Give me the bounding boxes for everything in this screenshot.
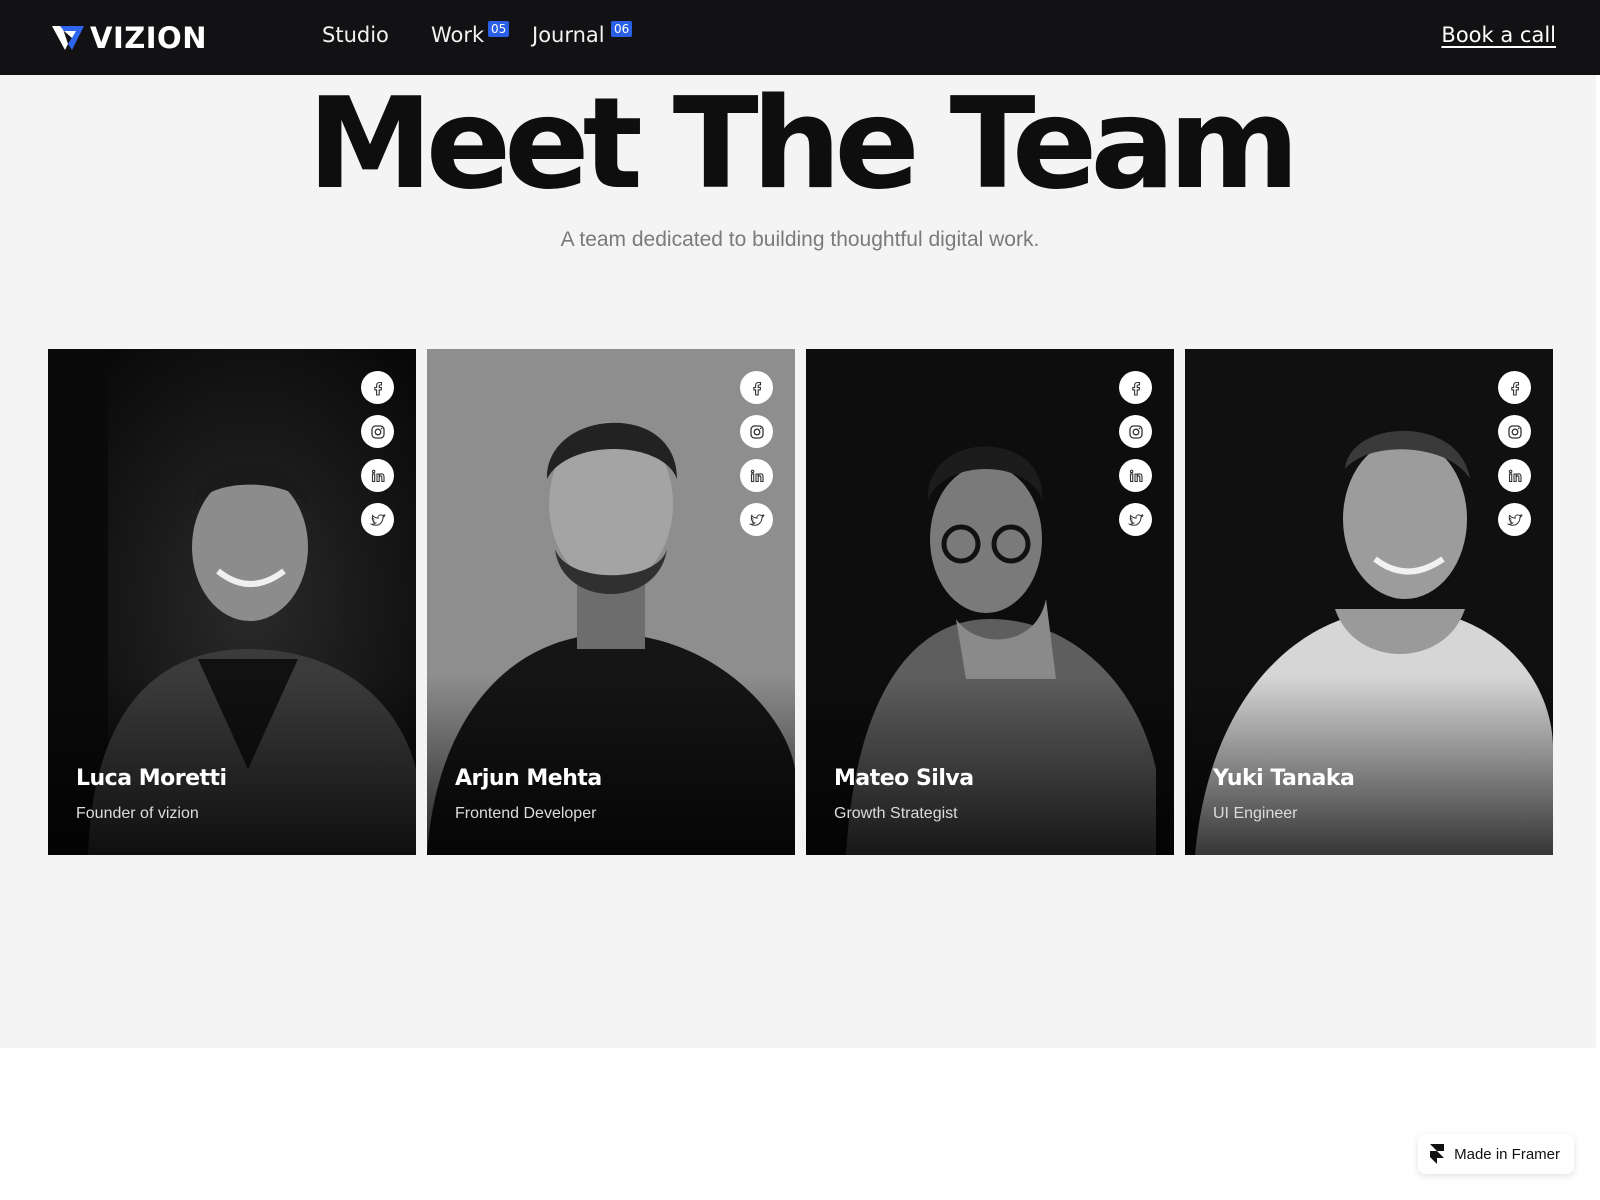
member-role: Founder of vizion xyxy=(76,805,199,822)
member-role: Frontend Developer xyxy=(455,805,597,822)
instagram-icon[interactable] xyxy=(1498,415,1531,448)
social-links xyxy=(1119,371,1152,536)
made-in-framer-label: Made in Framer xyxy=(1454,1145,1560,1163)
page-subtitle: A team dedicated to building thoughtful … xyxy=(560,228,1040,251)
team-card-yuki-tanaka[interactable]: Yuki Tanaka UI Engineer xyxy=(1185,349,1553,855)
facebook-icon[interactable] xyxy=(1119,371,1152,404)
facebook-icon[interactable] xyxy=(740,371,773,404)
member-name: Mateo Silva xyxy=(834,766,974,791)
linkedin-icon[interactable] xyxy=(361,459,394,492)
member-name: Arjun Mehta xyxy=(455,766,602,791)
twitter-icon[interactable] xyxy=(361,503,394,536)
instagram-icon[interactable] xyxy=(740,415,773,448)
instagram-icon[interactable] xyxy=(1119,415,1152,448)
social-links xyxy=(1498,371,1531,536)
made-in-framer-badge[interactable]: Made in Framer xyxy=(1418,1134,1574,1174)
twitter-icon[interactable] xyxy=(740,503,773,536)
social-links xyxy=(361,371,394,536)
work-count-badge: 05 xyxy=(488,21,510,37)
nav-work-link[interactable]: Work xyxy=(431,23,484,47)
nav-journal-link[interactable]: Journal xyxy=(532,23,605,47)
journal-count-badge: 06 xyxy=(611,21,633,37)
social-links xyxy=(740,371,773,536)
book-a-call-link[interactable]: Book a call xyxy=(1441,23,1556,47)
brand-logo[interactable]: VIZION xyxy=(50,20,207,56)
member-role: UI Engineer xyxy=(1213,805,1298,822)
linkedin-icon[interactable] xyxy=(740,459,773,492)
team-section: Meet The Team A team dedicated to buildi… xyxy=(0,75,1596,1048)
member-role: Growth Strategist xyxy=(834,805,958,822)
framer-logo-icon xyxy=(1430,1144,1445,1164)
nav-studio-link[interactable]: Studio xyxy=(322,23,389,47)
linkedin-icon[interactable] xyxy=(1498,459,1531,492)
page-title: Meet The Team xyxy=(307,70,1299,217)
team-card-luca-moretti[interactable]: Luca Moretti Founder of vizion xyxy=(48,349,416,855)
facebook-icon[interactable] xyxy=(361,371,394,404)
facebook-icon[interactable] xyxy=(1498,371,1531,404)
linkedin-icon[interactable] xyxy=(1119,459,1152,492)
twitter-icon[interactable] xyxy=(1119,503,1152,536)
instagram-icon[interactable] xyxy=(361,415,394,448)
team-card-mateo-silva[interactable]: Mateo Silva Growth Strategist xyxy=(806,349,1174,855)
member-name: Yuki Tanaka xyxy=(1213,766,1355,791)
twitter-icon[interactable] xyxy=(1498,503,1531,536)
brand-name: VIZION xyxy=(90,21,207,55)
top-navigation: VIZION Studio Work 05 Journal 06 Book a … xyxy=(0,0,1600,75)
member-name: Luca Moretti xyxy=(76,766,227,791)
vizion-logo-icon xyxy=(52,26,84,50)
team-card-arjun-mehta[interactable]: Arjun Mehta Frontend Developer xyxy=(427,349,795,855)
